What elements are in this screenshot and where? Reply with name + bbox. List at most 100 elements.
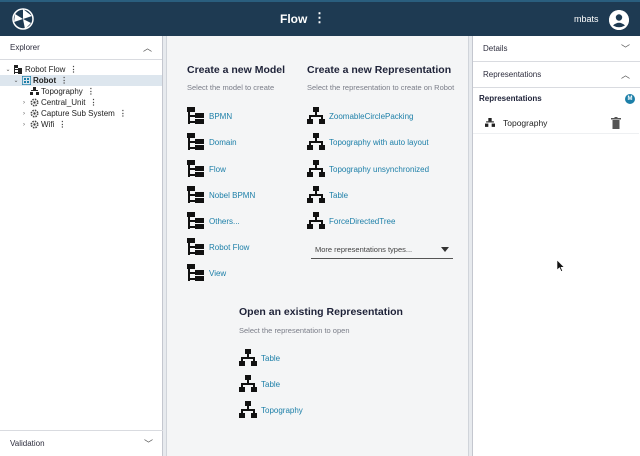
representation-icon	[307, 186, 325, 203]
caret-down-icon	[441, 246, 449, 252]
select-placeholder: More representations types...	[315, 244, 413, 254]
existing-link-table[interactable]: Table	[239, 349, 280, 367]
right-panel: Details ﹀ Representations ︿ Representati…	[472, 36, 640, 456]
tree-item-capture-sub-system[interactable]: › Capture Sub System ⋮	[0, 108, 162, 119]
rep-link-table[interactable]: Table	[307, 186, 348, 204]
rep-link-topography-auto-layout[interactable]: Topography with auto layout	[307, 133, 429, 151]
representation-icon	[307, 160, 325, 177]
model-link-nobel-bpmn[interactable]: Nobel BPMN	[187, 186, 255, 204]
model-icon	[187, 238, 204, 255]
trash-icon[interactable]	[611, 117, 621, 129]
model-icon	[14, 65, 22, 74]
model-link-flow[interactable]: Flow	[187, 160, 226, 178]
existing-link-label[interactable]: Table	[261, 354, 280, 363]
sirius-logo-icon[interactable]	[12, 8, 34, 30]
representations-subtitle: Select the representation to create on R…	[307, 83, 455, 92]
models-title: Create a new Model	[187, 64, 286, 76]
badge: M	[625, 94, 635, 104]
model-icon	[187, 133, 204, 150]
model-link-label[interactable]: View	[209, 269, 226, 278]
tree-item-label: Central_Unit	[41, 98, 86, 107]
representations-section-title: Representations	[479, 94, 542, 103]
more-icon[interactable]: ⋮	[69, 65, 77, 74]
model-link-bpmn[interactable]: BPMN	[187, 107, 232, 125]
details-header[interactable]: Details ﹀	[473, 36, 640, 62]
existing-link-table[interactable]: Table	[239, 375, 280, 393]
gear-icon	[30, 98, 39, 107]
representation-icon	[307, 107, 325, 124]
models-subtitle: Select the model to create	[187, 83, 275, 92]
explorer-tree: ⌄ Robot Flow ⋮ ⌄ Robot ⋮ Topography ⋮ › …	[0, 60, 162, 130]
explorer-header[interactable]: Explorer ︿	[0, 36, 162, 60]
more-icon[interactable]: ⋮	[60, 76, 68, 85]
validation-title: Validation	[10, 439, 45, 448]
tree-item-wifi[interactable]: › Wifi ⋮	[0, 119, 162, 130]
chevron-up-icon[interactable]: ︿	[621, 68, 630, 81]
model-icon	[187, 107, 204, 124]
expand-icon[interactable]: ›	[20, 100, 28, 106]
representation-icon	[239, 349, 257, 366]
model-icon	[187, 212, 204, 229]
model-link-label[interactable]: Nobel BPMN	[209, 191, 255, 200]
tree-item-topography[interactable]: Topography ⋮	[0, 86, 162, 97]
collapse-icon[interactable]: ⌄	[12, 77, 20, 84]
model-link-label[interactable]: Robot Flow	[209, 243, 249, 252]
model-icon	[187, 264, 204, 281]
rep-link-label[interactable]: Topography unsynchronized	[329, 165, 429, 174]
representations-header[interactable]: Representations ︿	[473, 62, 640, 88]
expand-icon[interactable]: ›	[20, 122, 28, 128]
representations-header-title: Representations	[483, 70, 542, 79]
chevron-down-icon[interactable]: ﹀	[621, 42, 630, 55]
app-more-menu-icon[interactable]: ⋮	[313, 10, 326, 26]
more-representations-select[interactable]: More representations types...	[311, 240, 453, 259]
onboard-card: Create a new Model Select the model to c…	[166, 36, 469, 456]
more-icon[interactable]: ⋮	[87, 87, 95, 96]
more-icon[interactable]: ⋮	[89, 98, 97, 107]
model-link-label[interactable]: Domain	[209, 138, 237, 147]
collapse-icon[interactable]: ⌄	[4, 66, 12, 73]
account-avatar-icon[interactable]	[609, 10, 629, 30]
tree-item-label: Topography	[41, 87, 83, 96]
model-link-domain[interactable]: Domain	[187, 133, 237, 151]
chevron-down-icon[interactable]: ﹀	[144, 437, 153, 450]
representation-icon	[239, 375, 257, 392]
tree-item-label: Robot Flow	[25, 65, 66, 74]
representation-item-topography[interactable]: Topography	[473, 112, 639, 134]
more-icon[interactable]: ⋮	[119, 109, 127, 118]
explorer-panel: Explorer ︿ ⌄ Robot Flow ⋮ ⌄ Robot ⋮ Topo…	[0, 36, 163, 456]
representation-icon	[239, 401, 257, 418]
model-link-label[interactable]: BPMN	[209, 112, 232, 121]
model-link-label[interactable]: Others...	[209, 217, 240, 226]
tree-item-robot[interactable]: ⌄ Robot ⋮	[0, 75, 162, 86]
rep-link-label[interactable]: ZoomableCirclePacking	[329, 112, 413, 121]
rep-link-label[interactable]: ForceDirectedTree	[329, 217, 395, 226]
rep-link-zoomable-circle-packing[interactable]: ZoomableCirclePacking	[307, 107, 413, 125]
expand-icon[interactable]: ›	[20, 111, 28, 117]
existing-title: Open an existing Representation	[239, 306, 403, 318]
model-link-view[interactable]: View	[187, 264, 226, 282]
details-title: Details	[483, 44, 508, 53]
gear-icon	[30, 120, 39, 129]
existing-link-label[interactable]: Table	[261, 380, 280, 389]
more-icon[interactable]: ⋮	[58, 120, 66, 129]
tree-item-central-unit[interactable]: › Central_Unit ⋮	[0, 97, 162, 108]
explorer-title: Explorer	[10, 43, 40, 52]
tree-item-robot-flow[interactable]: ⌄ Robot Flow ⋮	[0, 64, 162, 75]
representations-title: Create a new Representation	[307, 64, 452, 76]
rep-link-label[interactable]: Table	[329, 191, 348, 200]
model-icon	[187, 160, 204, 177]
rep-link-force-directed-tree[interactable]: ForceDirectedTree	[307, 212, 395, 230]
username: mbats	[574, 14, 599, 24]
gear-icon	[30, 109, 39, 118]
representation-icon	[307, 212, 325, 229]
existing-link-label[interactable]: Topography	[261, 406, 303, 415]
chevron-up-icon[interactable]: ︿	[143, 41, 152, 54]
existing-link-topography[interactable]: Topography	[239, 401, 303, 419]
rep-link-topography-unsynchronized[interactable]: Topography unsynchronized	[307, 160, 429, 178]
top-bar: Flow ⋮ mbats	[0, 0, 640, 36]
model-link-robot-flow[interactable]: Robot Flow	[187, 238, 249, 256]
model-link-others[interactable]: Others...	[187, 212, 240, 230]
model-link-label[interactable]: Flow	[209, 165, 226, 174]
rep-link-label[interactable]: Topography with auto layout	[329, 138, 429, 147]
validation-header[interactable]: Validation ﹀	[0, 430, 163, 456]
